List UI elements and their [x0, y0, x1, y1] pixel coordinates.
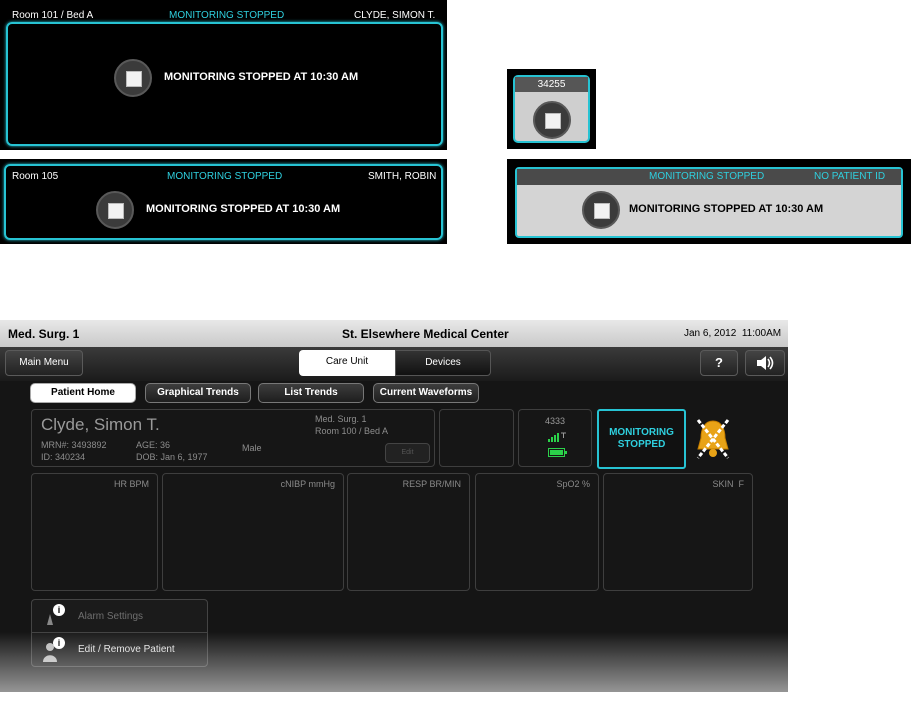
- edit-remove-patient-item[interactable]: i Edit / Remove Patient: [32, 634, 207, 667]
- svg-text:i: i: [58, 605, 61, 615]
- patient-menu: i Alarm Settings i Edit / Remove Patient: [31, 599, 208, 667]
- device-id: 4333: [544, 416, 566, 426]
- vital-label: SKIN F: [712, 479, 744, 489]
- patient-name: Clyde, Simon T.: [41, 415, 160, 434]
- battery-icon: [548, 448, 567, 457]
- tab-list-trends[interactable]: List Trends: [258, 383, 364, 403]
- tab-graphical-trends[interactable]: Graphical Trends: [145, 383, 251, 403]
- stop-icon[interactable]: [114, 59, 152, 97]
- tile-mini-body: 34255: [513, 75, 590, 143]
- empty-panel: [439, 409, 514, 467]
- patient-age: AGE: 36: [136, 440, 171, 450]
- vital-label: RESP BR/MIN: [402, 479, 461, 489]
- help-button[interactable]: ?: [700, 350, 738, 376]
- edit-button[interactable]: Edit: [385, 443, 430, 463]
- tile-body: Room 105 MONITORING STOPPED SMITH, ROBIN…: [4, 164, 443, 240]
- tile-room: Room 101 / Bed A: [12, 10, 94, 21]
- tile-status: MONITORING STOPPED: [167, 171, 283, 182]
- patient-id: ID: 340234: [41, 452, 86, 462]
- tab-patient-home[interactable]: Patient Home: [30, 383, 136, 403]
- menu-item-label: Alarm Settings: [78, 611, 144, 622]
- tile-room: Room 105: [12, 171, 59, 182]
- tab-care-unit[interactable]: Care Unit: [299, 350, 395, 376]
- date-time: Jan 6, 2012 11:00AM: [684, 328, 782, 339]
- patient-home-screen: Med. Surg. 1 St. Elsewhere Medical Cente…: [0, 320, 788, 692]
- stop-icon[interactable]: [533, 101, 571, 139]
- speaker-icon: [757, 356, 774, 370]
- tile-room-101[interactable]: Room 101 / Bed A MONITORING STOPPED CLYD…: [0, 0, 447, 150]
- tile-mini-id: 34255: [515, 77, 588, 92]
- vital-hr[interactable]: HR BPM: [31, 473, 158, 591]
- alarm-off-icon[interactable]: [693, 417, 733, 461]
- patient-room: Room 100 / Bed A: [315, 426, 389, 436]
- tab-current-waveforms[interactable]: Current Waveforms: [373, 383, 479, 403]
- tile-no-patient[interactable]: MONITORING STOPPED NO PATIENT ID MONITOR…: [507, 159, 911, 244]
- monitoring-stopped-button[interactable]: MONITORING STOPPED: [597, 409, 686, 469]
- tile-header: MONITORING STOPPED NO PATIENT ID: [517, 169, 901, 185]
- unit-name: Med. Surg. 1: [8, 327, 80, 341]
- bell-info-icon: i: [47, 604, 65, 625]
- device-panel[interactable]: 4333: [518, 409, 592, 467]
- patient-sex: Male: [242, 443, 262, 453]
- svg-text:i: i: [58, 638, 61, 648]
- person-info-icon: i: [43, 637, 65, 662]
- stop-message: MONITORING STOPPED AT 10:30 AM: [629, 203, 824, 215]
- status-line-2: STOPPED: [617, 439, 666, 450]
- vital-spo2[interactable]: SpO2 %: [475, 473, 599, 591]
- vital-skin[interactable]: SKIN F: [603, 473, 753, 591]
- tile-header: Room 101 / Bed A MONITORING STOPPED CLYD…: [0, 0, 447, 21]
- vital-label: HR BPM: [113, 479, 149, 489]
- tile-body: MONITORING STOPPED AT 10:30 AM: [6, 22, 443, 146]
- tile-room-105[interactable]: Room 105 MONITORING STOPPED SMITH, ROBIN…: [0, 159, 447, 244]
- stop-icon[interactable]: [582, 191, 620, 229]
- tile-mini-34255[interactable]: 34255: [507, 69, 596, 149]
- tile-status: MONITORING STOPPED: [649, 171, 765, 182]
- patient-dob: DOB: Jan 6, 1977: [136, 452, 208, 462]
- patient-unit: Med. Surg. 1: [315, 414, 367, 424]
- alarm-settings-item[interactable]: i Alarm Settings: [32, 600, 207, 633]
- stop-message: MONITORING STOPPED AT 10:30 AM: [164, 71, 359, 83]
- patient-mrn: MRN#: 3493892: [41, 440, 107, 450]
- vital-label: cNIBP mmHg: [280, 479, 335, 489]
- tile-status: MONITORING STOPPED: [169, 10, 285, 21]
- main-menu-button[interactable]: Main Menu: [5, 350, 83, 376]
- facility-name: St. Elsewhere Medical Center: [342, 327, 509, 341]
- patient-banner[interactable]: Clyde, Simon T. MRN#: 3493892 ID: 340234…: [31, 409, 435, 467]
- tab-devices[interactable]: Devices: [395, 350, 491, 376]
- app-header: Med. Surg. 1 St. Elsewhere Medical Cente…: [0, 320, 788, 347]
- volume-button[interactable]: [745, 350, 785, 376]
- stop-message: MONITORING STOPPED AT 10:30 AM: [146, 203, 341, 215]
- signal-icon: [548, 432, 566, 442]
- stop-icon[interactable]: [96, 191, 134, 229]
- tile-body: MONITORING STOPPED NO PATIENT ID MONITOR…: [515, 167, 903, 238]
- vital-cnibp[interactable]: cNIBP mmHg: [162, 473, 344, 591]
- toolbar: Main Menu Care Unit Devices ?: [0, 347, 788, 381]
- tile-patient-name: CLYDE, SIMON T.: [354, 10, 436, 21]
- menu-item-label: Edit / Remove Patient: [78, 644, 175, 655]
- vital-resp[interactable]: RESP BR/MIN: [347, 473, 470, 591]
- tile-patient-name: SMITH, ROBIN: [368, 171, 437, 182]
- vital-label: SpO2 %: [556, 479, 590, 489]
- tile-patient-name: NO PATIENT ID: [814, 171, 886, 182]
- status-line-1: MONITORING: [609, 427, 674, 438]
